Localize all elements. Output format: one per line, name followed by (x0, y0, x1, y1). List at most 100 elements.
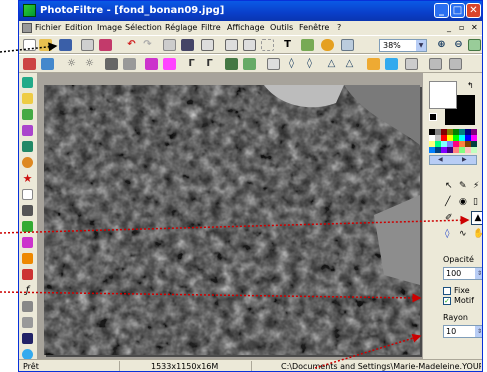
menu-fichier[interactable]: Fichier (35, 23, 61, 32)
zoom-out-icon[interactable]: ⊖ (452, 39, 465, 51)
mdi-close-button[interactable]: ✕ (471, 23, 478, 32)
magic-tool-icon[interactable] (22, 237, 33, 248)
opacity-spinner[interactable]: ⇕ (475, 268, 482, 279)
mask-tool-icon[interactable] (22, 125, 33, 136)
magic-wand-tool-icon[interactable]: ⚡ (473, 181, 479, 191)
swap-colors-icon[interactable]: ↰ (467, 81, 474, 90)
duplicate-icon[interactable] (429, 58, 442, 70)
selection-icon[interactable] (261, 39, 274, 51)
green-tool-icon[interactable] (22, 221, 33, 232)
red-tool-icon[interactable] (22, 269, 33, 280)
line-tool-icon[interactable]: ╱ (445, 197, 450, 207)
new-file-icon[interactable] (23, 39, 36, 51)
menu-affichage[interactable]: Affichage (227, 23, 265, 32)
open-folder-icon[interactable] (39, 39, 52, 51)
chevron-down-icon[interactable]: ▼ (416, 40, 426, 51)
print-icon[interactable] (81, 39, 94, 51)
copy-icon[interactable] (163, 39, 176, 51)
eyedropper-tool-icon[interactable]: ✎ (459, 181, 467, 191)
color-palette[interactable] (429, 129, 477, 153)
relief-icon[interactable]: △ (343, 58, 356, 70)
image-tool-icon[interactable] (22, 109, 33, 120)
canvas-size-icon[interactable] (225, 39, 238, 51)
canvas-area[interactable] (37, 73, 430, 359)
function-tool-icon[interactable]: ƒ (22, 285, 33, 296)
foreground-color[interactable] (429, 81, 457, 109)
mdi-restore-button[interactable]: ▫ (459, 23, 464, 32)
flip-horizontal-icon[interactable] (367, 58, 380, 70)
menu-filtre[interactable]: Filtre (201, 23, 221, 32)
save-icon[interactable] (59, 39, 72, 51)
palette-next-icon[interactable]: ▶ (462, 156, 467, 164)
folder-tool-icon[interactable] (22, 93, 33, 104)
film-tool-icon[interactable] (22, 205, 33, 216)
title-bar[interactable]: PhotoFiltre - [fond_bonan09.jpg] _ □ ✕ (19, 1, 482, 21)
motif-checkbox[interactable]: ✓ (443, 297, 451, 305)
selection-tool-icon[interactable] (22, 77, 33, 88)
paste-icon[interactable] (181, 39, 194, 51)
plugin-tool-icon[interactable] (22, 141, 33, 152)
image-size-icon[interactable] (201, 39, 214, 51)
gradient-tool-icon[interactable] (22, 253, 33, 264)
grayscale-icon[interactable] (225, 58, 238, 70)
rotate-icon[interactable] (405, 58, 418, 70)
hand-tool-icon[interactable]: ✋ (473, 229, 482, 239)
emboss-icon[interactable]: △ (325, 58, 338, 70)
texture-tool-icon[interactable] (22, 301, 33, 312)
mdi-minimize-button[interactable]: _ (447, 23, 451, 32)
gamma-up-icon[interactable]: Γ (203, 58, 216, 70)
sharpen-icon[interactable]: ◊ (303, 58, 316, 70)
menu-selection[interactable]: Sélection (125, 23, 162, 32)
options-icon[interactable] (449, 58, 462, 70)
fixe-checkbox[interactable] (443, 287, 451, 295)
smudge-tool-icon[interactable]: ∿ (459, 229, 467, 239)
blur-icon[interactable] (267, 58, 280, 70)
clone-stamp-tool-icon[interactable]: ▲ (471, 211, 482, 225)
flip-vertical-icon[interactable] (385, 58, 398, 70)
scan-icon[interactable] (99, 39, 112, 51)
triangle-tool-icon[interactable] (22, 333, 33, 344)
menu-image[interactable]: Image (97, 23, 122, 32)
maximize-button[interactable]: □ (450, 3, 465, 18)
plugin-icon[interactable] (301, 39, 314, 51)
crop-icon[interactable] (243, 39, 256, 51)
fill-tool-icon[interactable]: ◉ (459, 197, 467, 207)
palette-swatch[interactable] (471, 147, 477, 153)
menu-outils[interactable]: Outils (270, 23, 293, 32)
page-tool-icon[interactable] (22, 189, 33, 200)
saturation-up-icon[interactable] (163, 58, 176, 70)
palette-icon[interactable] (321, 39, 334, 51)
text-tool-icon[interactable]: T (281, 39, 294, 51)
minimize-button[interactable]: _ (434, 3, 449, 18)
rayon-input[interactable]: 10 ⇕ (443, 325, 482, 338)
pointer-tool-icon[interactable]: ↖ (445, 181, 453, 191)
rayon-spinner[interactable]: ⇕ (475, 326, 482, 337)
zoom-select[interactable]: 38% ▼ (379, 39, 427, 52)
drop-icon[interactable]: ◊ (285, 58, 298, 70)
menu-edition[interactable]: Edition (65, 23, 93, 32)
star-tool-icon[interactable]: ★ (22, 173, 33, 184)
opacity-input[interactable]: 100 ⇕ (443, 267, 482, 280)
saturation-down-icon[interactable] (145, 58, 158, 70)
reset-colors-icon[interactable] (429, 113, 437, 121)
palette-scroll[interactable]: ◀ ▶ (429, 155, 477, 165)
auto-levels-icon[interactable] (23, 58, 36, 70)
grid-tool-icon[interactable] (22, 317, 33, 328)
globe-tool-icon[interactable] (22, 157, 33, 168)
contrast-up-icon[interactable] (123, 58, 136, 70)
gamma-down-icon[interactable]: Γ (185, 58, 198, 70)
menu-help[interactable]: ? (337, 23, 341, 32)
sepia-icon[interactable] (243, 58, 256, 70)
brightness-up-icon[interactable]: ☼ (83, 58, 96, 70)
fit-window-icon[interactable] (468, 39, 481, 51)
zoom-in-icon[interactable]: ⊕ (435, 39, 448, 51)
document-icon[interactable] (22, 23, 32, 33)
menu-fenetre[interactable]: Fenêtre (299, 23, 329, 32)
palette-prev-icon[interactable]: ◀ (438, 156, 443, 164)
spray-tool-icon[interactable]: ▯ (473, 197, 478, 207)
contrast-down-icon[interactable] (105, 58, 118, 70)
brightness-down-icon[interactable]: ☼ (65, 58, 78, 70)
brush-tool-icon[interactable]: ✐ (445, 213, 453, 223)
fullscreen-icon[interactable] (341, 39, 354, 51)
menu-reglage[interactable]: Réglage (165, 23, 197, 32)
